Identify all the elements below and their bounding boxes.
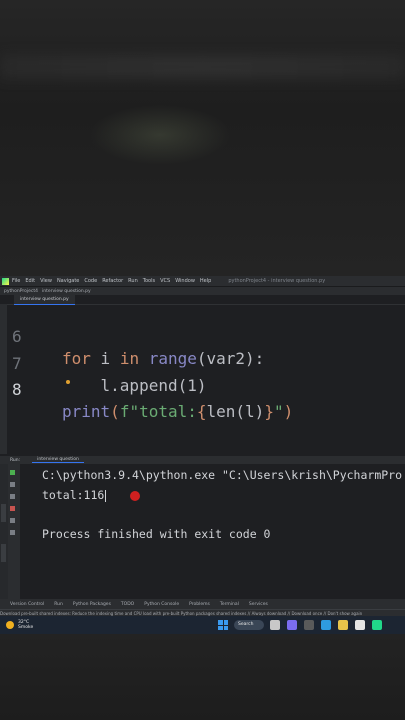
- rerun-icon[interactable]: [10, 470, 15, 475]
- scroll-down-icon[interactable]: [10, 494, 15, 499]
- breadcrumb-project[interactable]: pythonProject4: [4, 289, 38, 294]
- taskbar-center: Search: [218, 620, 389, 630]
- menu-tools[interactable]: Tools: [143, 278, 155, 284]
- scroll-up-icon[interactable]: [10, 482, 15, 487]
- windows-start-icon[interactable]: [218, 620, 228, 630]
- tool-run[interactable]: Run: [54, 602, 63, 607]
- console-line: total:116: [42, 488, 107, 502]
- menu-refactor[interactable]: Refactor: [102, 278, 123, 284]
- breadcrumb-file[interactable]: interview question.py: [42, 289, 91, 294]
- menu-window[interactable]: Window: [175, 278, 195, 284]
- store-icon[interactable]: [355, 620, 365, 630]
- tool-services[interactable]: Services: [249, 602, 268, 607]
- menu-run[interactable]: Run: [128, 278, 138, 284]
- structure-tool-tab[interactable]: [1, 504, 6, 522]
- menu-file[interactable]: File: [12, 278, 20, 284]
- code-editor[interactable]: 6 for i in range(var2): 7 l.append(1) 8 …: [7, 304, 405, 452]
- weather-desc: Smoke: [18, 625, 34, 630]
- pin-icon[interactable]: [10, 530, 15, 535]
- code-line: 7 l.append(1): [7, 331, 207, 395]
- run-console-output[interactable]: C:\python3.9.4\python.exe "C:\Users\kris…: [20, 464, 405, 612]
- menu-vcs[interactable]: VCS: [160, 278, 170, 284]
- pycharm-taskbar-icon[interactable]: [372, 620, 382, 630]
- sun-icon: [6, 621, 14, 629]
- code-line: 6 for i in range(var2):: [7, 304, 264, 368]
- left-dock-strip: [0, 464, 8, 612]
- blurred-background-bottom: [0, 634, 405, 720]
- tool-python-console[interactable]: Python Console: [144, 602, 179, 607]
- menu-view[interactable]: View: [40, 278, 52, 284]
- file-explorer-icon[interactable]: [338, 620, 348, 630]
- menu-code[interactable]: Code: [84, 278, 97, 284]
- tool-window-bar: Version Control Run Python Packages TODO…: [0, 599, 405, 609]
- teams-icon[interactable]: [287, 620, 297, 630]
- tool-version-control[interactable]: Version Control: [10, 602, 44, 607]
- intention-bulb-icon[interactable]: [66, 380, 70, 384]
- tab-interview-question[interactable]: interview question.py: [14, 294, 75, 305]
- tool-todo[interactable]: TODO: [121, 602, 134, 607]
- menu-navigate[interactable]: Navigate: [57, 278, 79, 284]
- text-caret: [105, 489, 107, 502]
- line-number: 8: [12, 380, 22, 399]
- menu-bar: File Edit View Navigate Code Refactor Ru…: [0, 276, 405, 286]
- tool-problems[interactable]: Problems: [189, 602, 210, 607]
- wrap-icon[interactable]: [10, 518, 15, 523]
- app-icon[interactable]: [304, 620, 314, 630]
- project-tool-strip: [0, 304, 7, 454]
- windows-taskbar: 32°C Smoke Search: [0, 616, 405, 634]
- stop-icon[interactable]: [10, 506, 15, 511]
- task-view-icon[interactable]: [270, 620, 280, 630]
- run-config-tab[interactable]: interview question: [32, 457, 84, 463]
- pycharm-window: File Edit View Navigate Code Refactor Ru…: [0, 276, 405, 634]
- tool-terminal[interactable]: Terminal: [220, 602, 239, 607]
- menu-help[interactable]: Help: [200, 278, 211, 284]
- run-label: Run:: [10, 457, 21, 463]
- tool-python-packages[interactable]: Python Packages: [73, 602, 111, 607]
- window-title: pythonProject4 - interview question.py: [228, 278, 326, 284]
- code-text: l.append(1): [62, 376, 207, 395]
- run-tool-header: Run: interview question: [0, 456, 405, 464]
- code-text: for i in range(var2):: [62, 349, 265, 368]
- blurred-background-top: [0, 0, 405, 276]
- menu-edit[interactable]: Edit: [25, 278, 35, 284]
- bookmarks-tool-tab[interactable]: [1, 544, 6, 562]
- code-text: print(f"total:{len(l)}"): [62, 402, 294, 421]
- weather-widget[interactable]: 32°C Smoke: [6, 620, 33, 630]
- taskbar-search[interactable]: Search: [234, 620, 264, 630]
- console-line: Process finished with exit code 0: [42, 527, 271, 541]
- pointer-highlight-dot: [130, 491, 140, 501]
- edge-icon[interactable]: [321, 620, 331, 630]
- console-line: C:\python3.9.4\python.exe "C:\Users\kris…: [42, 468, 403, 482]
- pycharm-logo-icon: [2, 277, 9, 285]
- code-line: 8 print(f"total:{len(l)}"): [7, 357, 293, 421]
